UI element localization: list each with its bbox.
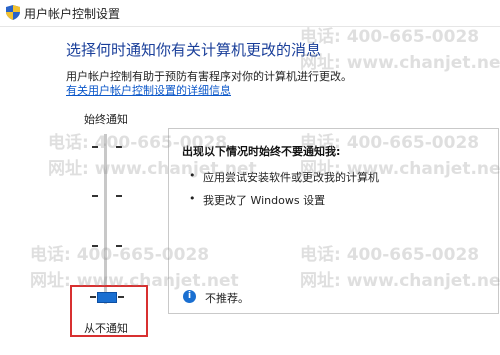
slider-tick	[92, 245, 98, 247]
slider-tick	[116, 146, 122, 148]
bullet-item: 我更改了 Windows 设置	[203, 194, 326, 207]
slider-bottom-label: 从不通知	[84, 322, 128, 335]
slider-tick	[92, 146, 98, 148]
slider-top-label: 始终通知	[84, 113, 128, 126]
bullet-item: 应用尝试安装软件或更改我的计算机	[203, 171, 379, 184]
title-bar: 用户帐户控制设置	[0, 0, 500, 27]
slider-tick	[116, 245, 122, 247]
page-heading: 选择何时通知你有关计算机更改的消息	[66, 41, 322, 59]
bullet-dot: •	[189, 192, 196, 205]
info-icon: i	[183, 290, 196, 303]
bullet-dot: •	[189, 169, 196, 182]
panel-title: 出现以下情况时始终不要通知我:	[182, 145, 341, 158]
notification-slider-track[interactable]	[104, 134, 107, 304]
slider-tick	[92, 195, 98, 197]
learn-more-link[interactable]: 有关用户帐户控制设置的详细信息	[66, 82, 231, 98]
slider-tick	[116, 195, 122, 197]
window-title: 用户帐户控制设置	[24, 7, 121, 21]
shield-icon	[6, 5, 20, 20]
setting-description-panel: 出现以下情况时始终不要通知我: • 应用尝试安装软件或更改我的计算机 • 我更改…	[168, 128, 499, 314]
recommendation-text: 不推荐。	[205, 292, 249, 305]
